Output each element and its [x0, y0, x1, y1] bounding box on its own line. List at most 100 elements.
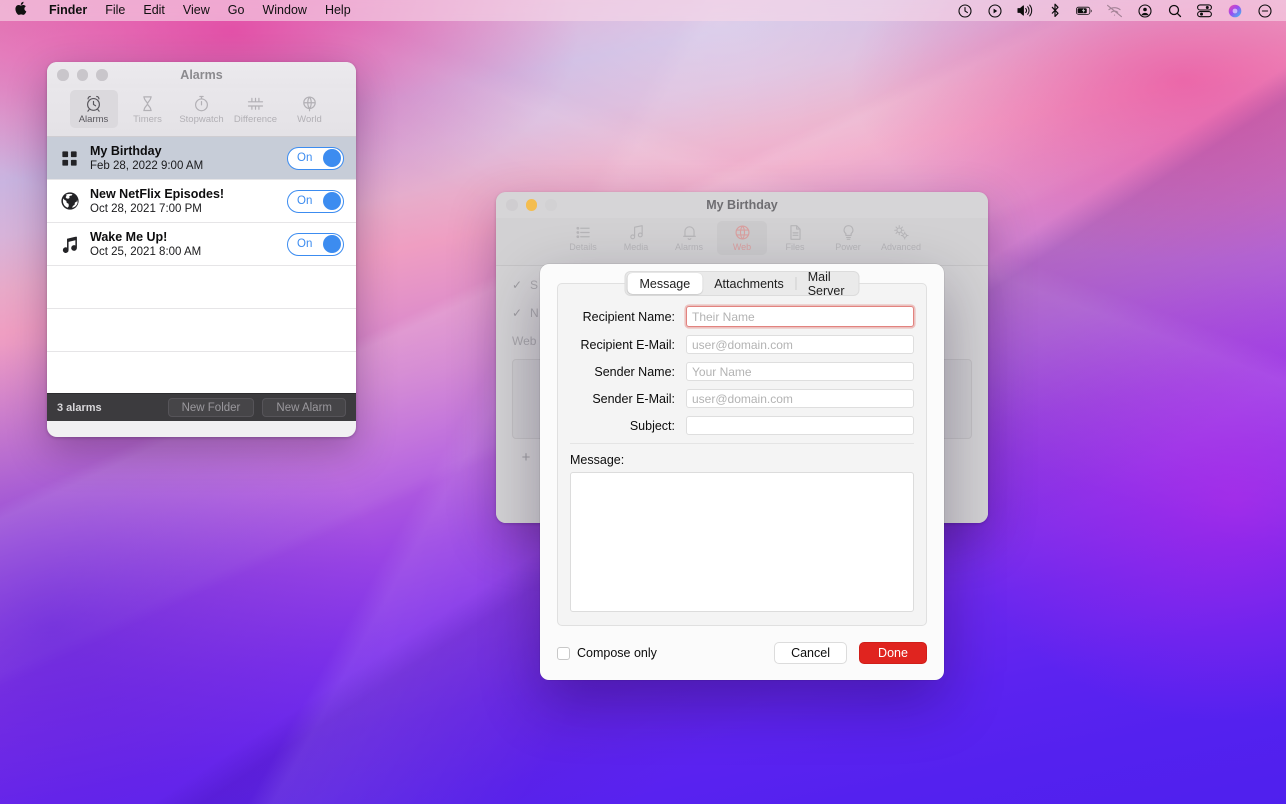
toggle-knob [323, 149, 341, 167]
birthday-tab-details[interactable]: Details [558, 221, 608, 255]
toolbar-tab-world[interactable]: World [286, 90, 334, 128]
birthday-tab-advanced[interactable]: Advanced [876, 221, 926, 255]
birthday-checkbox-label: N [530, 306, 539, 320]
list-icon [575, 222, 592, 241]
birthday-tab-files[interactable]: Files [770, 221, 820, 255]
alarms-toolbar: Alarms Timers Stopwatch [47, 88, 356, 137]
gears-icon [893, 222, 910, 241]
alarm-toggle[interactable]: On [287, 190, 344, 213]
toggle-label: On [297, 195, 312, 207]
toolbar-tab-label: Difference [234, 114, 277, 125]
subject-label: Subject: [558, 419, 686, 433]
lightbulb-icon [840, 222, 857, 241]
tab-mail-server[interactable]: Mail Server [796, 273, 857, 294]
toolbar-tab-label: Alarms [79, 114, 109, 125]
sheet-action-buttons: Cancel Done [774, 642, 927, 664]
alarm-row[interactable]: My Birthday Feb 28, 2022 9:00 AM On [47, 137, 356, 180]
alarm-row[interactable]: New NetFlix Episodes! Oct 28, 2021 7:00 … [47, 180, 356, 223]
document-icon [787, 222, 804, 241]
maximize-button[interactable] [96, 69, 108, 81]
birthday-tab-label: Power [835, 242, 861, 253]
birthday-titlebar[interactable]: My Birthday [496, 192, 988, 218]
toolbar-tab-difference[interactable]: Difference [232, 90, 280, 128]
recipient-email-input[interactable]: user@domain.com [686, 335, 914, 354]
calculator-icon [246, 92, 265, 113]
birthday-toolbar: Details Media Alarms [496, 218, 988, 266]
compose-only-checkbox-row[interactable]: Compose only [557, 646, 657, 660]
alarms-titlebar[interactable]: Alarms [47, 62, 356, 88]
bluetooth-icon[interactable] [1046, 2, 1063, 19]
tab-message[interactable]: Message [627, 273, 702, 294]
toolbar-tab-timers[interactable]: Timers [124, 90, 172, 128]
field-row-subject: Subject: [558, 416, 926, 435]
toggle-label: On [297, 238, 312, 250]
birthday-tab-web[interactable]: Web [717, 221, 767, 255]
add-button[interactable]: + [514, 448, 538, 466]
apple-logo-icon[interactable] [14, 1, 27, 18]
toolbar-tab-alarms[interactable]: Alarms [70, 90, 118, 128]
field-row-recipient-name: Recipient Name: Their Name [558, 306, 926, 327]
menu-bar: Finder File Edit View Go Window Help [0, 0, 1286, 21]
birthday-checkbox-label: S [530, 278, 538, 292]
alarm-name: My Birthday [90, 144, 287, 159]
tab-attachments[interactable]: Attachments [702, 273, 795, 294]
battery-charging-icon[interactable] [1076, 2, 1093, 19]
menu-item-finder[interactable]: Finder [40, 0, 96, 21]
user-account-icon[interactable] [1136, 2, 1153, 19]
search-icon[interactable] [1166, 2, 1183, 19]
alarm-row[interactable]: Wake Me Up! Oct 25, 2021 8:00 AM On [47, 223, 356, 266]
birthday-tab-media[interactable]: Media [611, 221, 661, 255]
menu-item-help[interactable]: Help [316, 0, 360, 21]
siri-icon[interactable] [1226, 2, 1243, 19]
globe-icon [300, 92, 319, 113]
recipient-email-label: Recipient E-Mail: [558, 338, 686, 352]
alarm-date: Oct 25, 2021 8:00 AM [90, 245, 287, 259]
email-settings-sheet: Message Attachments Mail Server Recipien… [540, 264, 944, 680]
alarms-status-bar: 3 alarms New Folder New Alarm [47, 393, 356, 421]
alarm-name: New NetFlix Episodes! [90, 187, 287, 202]
sheet-segmented-tabs: Message Attachments Mail Server [624, 271, 859, 296]
toolbar-tab-stopwatch[interactable]: Stopwatch [178, 90, 226, 128]
compose-only-label: Compose only [577, 646, 657, 660]
alarm-info: My Birthday Feb 28, 2022 9:00 AM [90, 144, 287, 173]
cancel-button[interactable]: Cancel [774, 642, 847, 664]
alarm-toggle[interactable]: On [287, 233, 344, 256]
menu-toggle-icon[interactable] [1256, 2, 1273, 19]
menu-item-edit[interactable]: Edit [134, 0, 174, 21]
menu-item-go[interactable]: Go [219, 0, 254, 21]
menu-item-file[interactable]: File [96, 0, 134, 21]
volume-icon[interactable] [1016, 2, 1033, 19]
alarm-name: Wake Me Up! [90, 230, 287, 245]
field-row-recipient-email: Recipient E-Mail: user@domain.com [558, 335, 926, 354]
sender-name-input[interactable]: Your Name [686, 362, 914, 381]
menu-item-view[interactable]: View [174, 0, 219, 21]
toolbar-tab-label: Stopwatch [179, 114, 223, 125]
sender-email-input[interactable]: user@domain.com [686, 389, 914, 408]
desktop-wallpaper: Finder File Edit View Go Window Help [0, 0, 1286, 804]
done-button[interactable]: Done [859, 642, 927, 664]
menu-bar-status-area [956, 2, 1277, 19]
screen-recording-icon[interactable] [986, 2, 1003, 19]
bell-icon [681, 222, 698, 241]
control-center-icon[interactable] [1196, 2, 1213, 19]
birthday-tab-power[interactable]: Power [823, 221, 873, 255]
alarm-info: New NetFlix Episodes! Oct 28, 2021 7:00 … [90, 187, 287, 216]
new-alarm-button[interactable]: New Alarm [262, 398, 346, 417]
compose-only-checkbox[interactable] [557, 647, 570, 660]
birthday-tab-alarms[interactable]: Alarms [664, 221, 714, 255]
recipient-name-input[interactable]: Their Name [686, 306, 914, 327]
wifi-off-icon[interactable] [1106, 2, 1123, 19]
alarm-toggle[interactable]: On [287, 147, 344, 170]
sender-name-label: Sender Name: [558, 365, 686, 379]
close-button[interactable] [57, 69, 69, 81]
alarm-row-empty [47, 266, 356, 309]
alarms-window[interactable]: Alarms Alarms Timers [47, 62, 356, 437]
message-textarea[interactable] [570, 472, 914, 612]
clock-icon[interactable] [956, 2, 973, 19]
menu-item-window[interactable]: Window [253, 0, 315, 21]
alarm-date: Oct 28, 2021 7:00 PM [90, 202, 287, 216]
new-folder-button[interactable]: New Folder [168, 398, 255, 417]
minimize-button[interactable] [77, 69, 89, 81]
subject-input[interactable] [686, 416, 914, 435]
message-label: Message: [558, 444, 926, 472]
